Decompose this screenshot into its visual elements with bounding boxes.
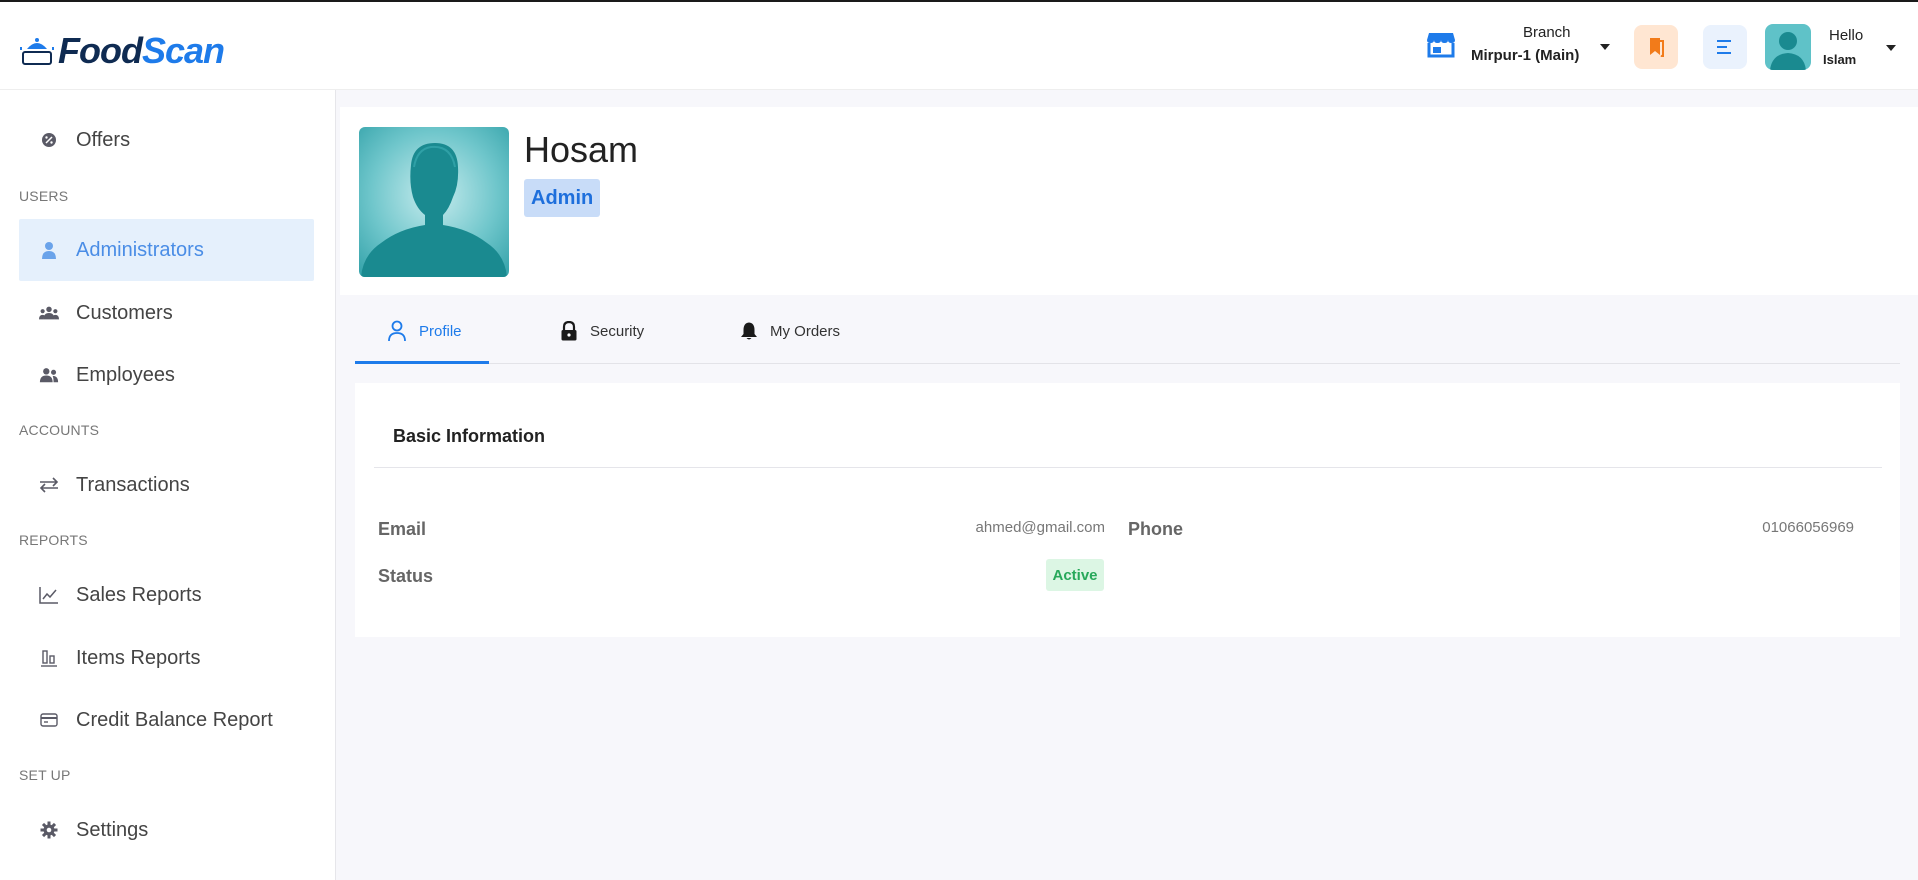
user-icon — [39, 240, 59, 260]
tab-my-orders[interactable]: My Orders — [740, 298, 840, 364]
users-icon — [39, 365, 59, 385]
sidebar: Offers USERS Administrators Customers Em… — [0, 90, 336, 880]
bookmark-icon — [1650, 38, 1664, 57]
tab-security[interactable]: Security — [560, 298, 644, 364]
user-greeting: Hello — [1829, 27, 1864, 44]
tab-label: Profile — [419, 322, 462, 340]
logo-mark-icon — [20, 35, 54, 67]
avatar — [1765, 24, 1811, 70]
offer-badge-icon — [39, 130, 59, 150]
brand-name-food: Food — [58, 30, 143, 71]
profile-photo — [359, 127, 509, 277]
sidebar-item-label: Administrators — [76, 238, 204, 261]
active-tab-indicator — [355, 361, 489, 364]
menu-lines-icon — [1717, 40, 1731, 54]
users-group-icon — [39, 303, 59, 323]
email-label: Email — [378, 519, 427, 539]
brand-name-scan: Scan — [141, 30, 225, 71]
bell-icon — [740, 321, 758, 341]
user-outline-icon — [387, 320, 407, 342]
menu-toggle-button[interactable] — [1703, 25, 1747, 69]
sidebar-item-sales-reports[interactable]: Sales Reports — [19, 564, 314, 626]
sidebar-item-settings[interactable]: Settings — [19, 799, 314, 861]
sidebar-item-label: Sales Reports — [76, 583, 202, 606]
tab-label: My Orders — [770, 322, 841, 340]
brand-logo[interactable]: FoodScan — [20, 30, 225, 72]
bar-chart-icon — [39, 648, 59, 668]
sidebar-item-items-reports[interactable]: Items Reports — [19, 627, 314, 689]
email-value: ahmed@gmail.com — [975, 519, 1105, 536]
phone-label: Phone — [1128, 519, 1184, 539]
sidebar-section-users: USERS — [19, 188, 69, 204]
tab-label: Security — [590, 322, 645, 340]
sidebar-section-setup: SET UP — [19, 767, 71, 783]
sidebar-item-label: Items Reports — [76, 646, 201, 669]
line-chart-icon — [39, 585, 59, 605]
profile-header-card: Hosam Admin — [340, 107, 1918, 295]
section-title: Basic Information — [393, 426, 546, 446]
profile-tabs: Profile Security My Orders — [355, 298, 1900, 364]
sidebar-item-transactions[interactable]: Transactions — [19, 454, 314, 516]
phone-value: 01066056969 — [1762, 519, 1854, 536]
sidebar-item-offers[interactable]: Offers — [19, 109, 314, 171]
status-badge: Active — [1046, 559, 1104, 591]
sidebar-item-label: Transactions — [76, 473, 190, 496]
chevron-down-icon — [1886, 45, 1896, 51]
gear-icon — [39, 820, 59, 840]
basic-information-card: Basic Information Email ahmed@gmail.com … — [355, 383, 1900, 637]
user-name: Islam — [1823, 52, 1857, 67]
sidebar-item-label: Employees — [76, 363, 175, 386]
sidebar-section-accounts: ACCOUNTS — [19, 422, 100, 438]
tab-profile[interactable]: Profile — [387, 298, 462, 364]
branch-value: Mirpur-1 (Main) — [1471, 47, 1580, 64]
sidebar-item-label: Settings — [76, 818, 149, 841]
profile-name: Hosam — [524, 129, 639, 170]
sidebar-item-label: Offers — [76, 128, 131, 151]
sidebar-item-customers[interactable]: Customers — [19, 282, 314, 344]
store-icon — [1425, 28, 1457, 60]
branch-label: Branch — [1523, 24, 1571, 41]
bookmark-button[interactable] — [1634, 25, 1678, 69]
divider — [374, 467, 1882, 468]
chevron-down-icon — [1600, 44, 1610, 50]
sidebar-item-administrators[interactable]: Administrators — [19, 219, 314, 281]
status-label: Status — [378, 566, 434, 586]
sidebar-section-reports: REPORTS — [19, 532, 88, 548]
sidebar-item-employees[interactable]: Employees — [19, 344, 314, 406]
sidebar-item-label: Customers — [76, 301, 173, 324]
lock-icon — [560, 321, 578, 341]
top-header: FoodScan Branch Mirpur-1 (Main) Hello Is… — [0, 2, 1918, 90]
sidebar-item-credit-balance-report[interactable]: Credit Balance Report — [19, 689, 314, 751]
sidebar-item-label: Credit Balance Report — [76, 708, 273, 731]
role-badge: Admin — [524, 179, 601, 217]
transfer-arrows-icon — [39, 475, 59, 495]
credit-card-icon — [39, 710, 59, 730]
